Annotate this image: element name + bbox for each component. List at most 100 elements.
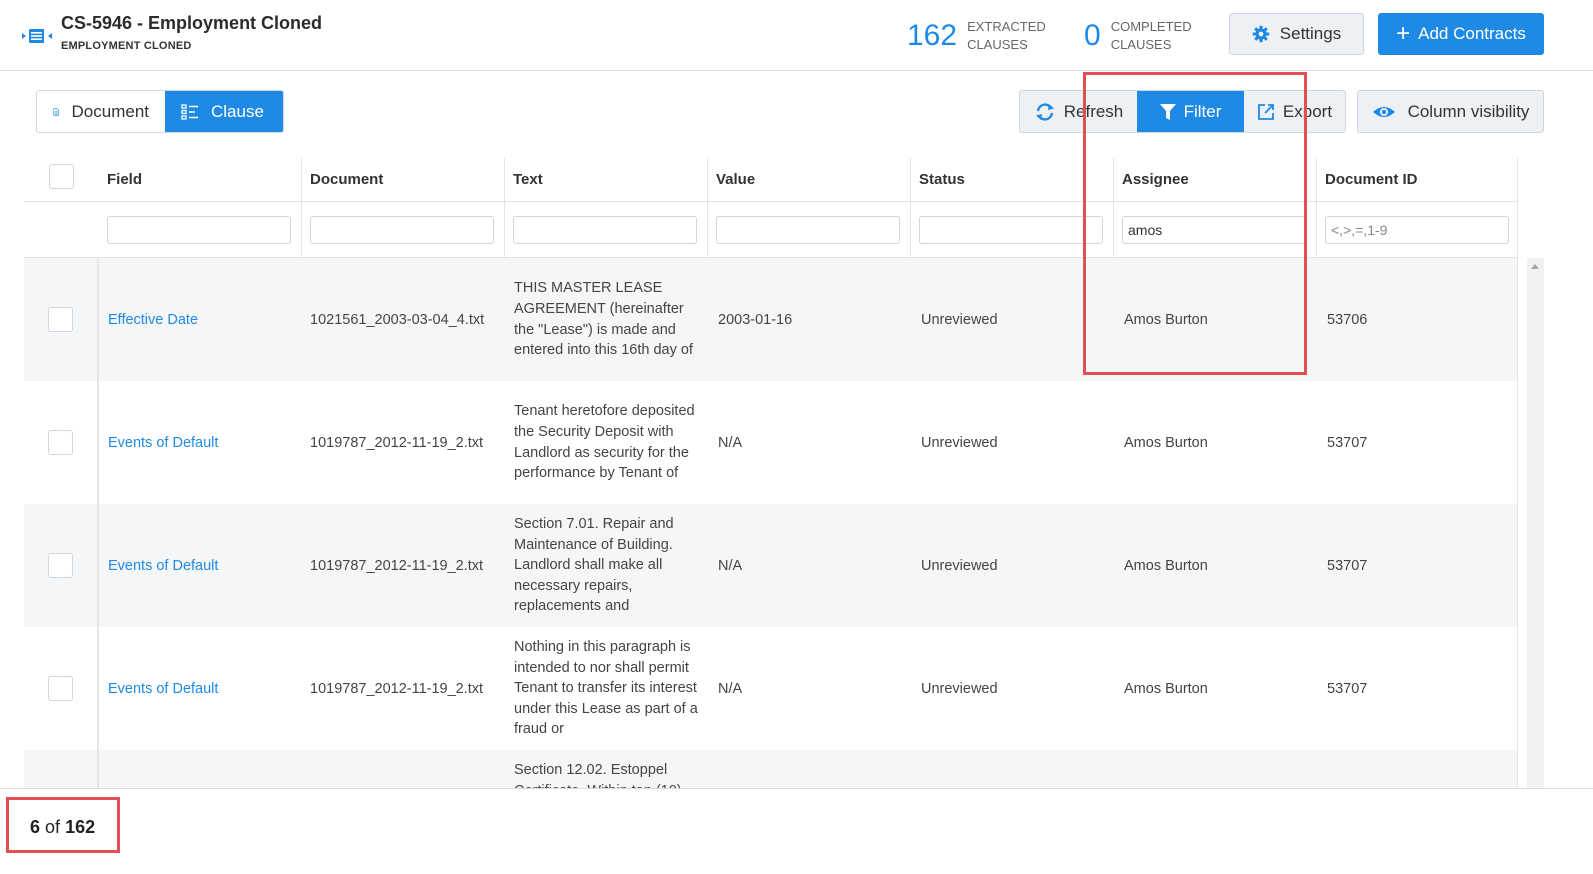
document-filter-input[interactable] (310, 215, 494, 244)
document-id-cell (1317, 750, 1518, 788)
extracted-count: 162 (907, 19, 958, 52)
text-cell: Section 7.01. Repair and Maintenance of … (514, 516, 674, 615)
table-row[interactable]: Effective Date 1021561_2003-03-04_4.txt … (24, 258, 1518, 381)
assignee-cell: Amos Burton (1124, 680, 1208, 697)
column-header-status[interactable]: Status (911, 158, 1114, 201)
assignee-cell (1114, 750, 1317, 788)
row-select-cell (24, 504, 99, 627)
column-header-field[interactable]: Field (99, 158, 302, 201)
select-all-checkbox[interactable] (49, 164, 74, 189)
field-link[interactable]: Events of Default (108, 681, 218, 697)
row-checkbox[interactable] (48, 676, 73, 701)
project-subtitle: EMPLOYMENT CLONED (61, 40, 192, 52)
extracted-clauses-stat: 162 EXTRACTED CLAUSES (907, 16, 1046, 56)
field-link[interactable]: Effective Date (108, 312, 198, 328)
document-view-button[interactable]: Document (37, 91, 165, 132)
funnel-icon (1159, 103, 1176, 120)
clauses-table: Field Document Text Value Status Assigne… (24, 158, 1518, 788)
settings-button[interactable]: Settings (1229, 13, 1364, 55)
extracted-label-line1: EXTRACTED (967, 19, 1046, 34)
column-header-text[interactable]: Text (505, 158, 708, 201)
document-cell: 1019787_2012-11-19_2.txt (310, 434, 484, 451)
table-body: Effective Date 1021561_2003-03-04_4.txt … (24, 258, 1518, 788)
row-checkbox[interactable] (48, 553, 73, 578)
table-row[interactable]: Events of Default 1019787_2012-11-19_2.t… (24, 381, 1518, 504)
field-cell: Events of Default (99, 504, 302, 627)
status-filter-input[interactable] (919, 215, 1103, 244)
row-checkbox[interactable] (48, 307, 73, 332)
project-title: CS-5946 - Employment Cloned (61, 13, 323, 33)
filter-spacer (24, 202, 99, 257)
column-header-value[interactable]: Value (708, 158, 911, 201)
document-id-cell: 53707 (1317, 627, 1518, 750)
status-cell: Unreviewed (921, 434, 998, 451)
document-cell: 1019787_2012-11-19_2.txt (310, 680, 484, 697)
assignee-filter-input[interactable] (1122, 215, 1306, 244)
filter-cell-status (911, 202, 1114, 257)
completed-label-line2: CLAUSES (1110, 37, 1172, 52)
row-select-cell (24, 381, 99, 504)
table-header-row: Field Document Text Value Status Assigne… (24, 158, 1518, 202)
row-select-cell (24, 750, 99, 788)
extracted-label: EXTRACTED CLAUSES (967, 18, 1046, 54)
row-checkbox[interactable] (48, 430, 73, 455)
list-view-icon (22, 29, 52, 43)
filter-cell-text (505, 202, 708, 257)
document-view-label: Document (71, 101, 149, 121)
settings-label: Settings (1279, 24, 1342, 43)
assignee-cell: Amos Burton (1124, 434, 1208, 451)
field-filter-input[interactable] (107, 215, 291, 244)
filter-label: Filter (1183, 101, 1222, 121)
table-footer: 6 of 162 (0, 788, 1593, 874)
document-id-cell: 53707 (1317, 504, 1518, 627)
value-cell (708, 750, 911, 788)
filter-cell-assignee (1114, 202, 1317, 257)
export-button[interactable]: Export (1244, 91, 1345, 132)
field-link[interactable]: Events of Default (108, 558, 218, 574)
status-cell: Unreviewed (921, 557, 998, 574)
filter-cell-field (99, 202, 302, 257)
gear-icon (1252, 25, 1270, 43)
select-all-cell (24, 158, 99, 201)
status-cell: Unreviewed (921, 680, 998, 697)
refresh-button[interactable]: Refresh (1020, 91, 1137, 132)
completed-count: 0 (1084, 19, 1101, 52)
column-visibility-button[interactable]: Column visibility (1357, 90, 1544, 133)
clause-view-button[interactable]: Clause (165, 91, 283, 132)
document-id-cell: 53707 (1317, 381, 1518, 504)
text-filter-input[interactable] (513, 215, 697, 244)
field-link[interactable]: Events of Default (108, 435, 218, 451)
filter-cell-document-id (1317, 202, 1518, 257)
filter-button[interactable]: Filter (1137, 91, 1244, 132)
row-select-cell (24, 627, 99, 750)
table-row[interactable]: Events of Default 1019787_2012-11-19_2.t… (24, 504, 1518, 627)
add-contracts-button[interactable]: + Add Contracts (1378, 13, 1544, 55)
completed-clauses-stat: 0 COMPLETED CLAUSES (1084, 16, 1192, 56)
scroll-up-arrow-icon[interactable] (1531, 264, 1539, 269)
filter-row (24, 202, 1518, 258)
completed-label-line1: COMPLETED (1110, 19, 1192, 34)
column-visibility-label: Column visibility (1407, 101, 1530, 121)
row-select-cell (24, 258, 99, 381)
document-cell: 1019787_2012-11-19_2.txt (310, 557, 484, 574)
row-count: 6 of 162 (30, 817, 95, 838)
value-cell: N/A (718, 680, 743, 697)
field-cell: Effective Date (99, 258, 302, 381)
text-cell: Tenant heretofore deposited the Security… (514, 403, 695, 482)
table-toolbar: Refresh Filter Export (1019, 90, 1346, 133)
text-cell: THIS MASTER LEASE AGREEMENT (hereinafter… (514, 280, 693, 359)
column-header-document[interactable]: Document (302, 158, 505, 201)
value-filter-input[interactable] (716, 215, 900, 244)
document-id-filter-input[interactable] (1325, 215, 1509, 244)
value-cell: N/A (718, 557, 743, 574)
export-label: Export (1282, 101, 1333, 121)
table-scrollbar[interactable] (1527, 258, 1544, 788)
text-cell: Nothing in this paragraph is intended to… (514, 639, 698, 738)
column-header-document-id[interactable]: Document ID (1317, 158, 1518, 201)
table-row[interactable]: Events of Default 1019787_2012-11-19_2.t… (24, 627, 1518, 750)
column-header-assignee[interactable]: Assignee (1114, 158, 1317, 201)
filter-cell-document (302, 202, 505, 257)
table-row[interactable]: Section 12.02. Estoppel Certificate. Wit… (24, 750, 1518, 788)
document-icon (53, 107, 60, 116)
refresh-label: Refresh (1063, 101, 1124, 121)
